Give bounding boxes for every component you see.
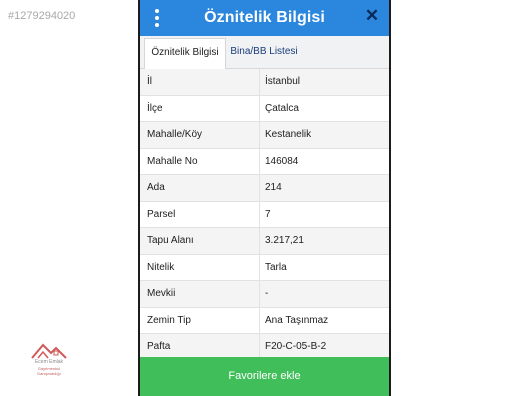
watermark-logo: Ecem Emlak Gayrimenkul Danışmanlığı	[26, 340, 72, 376]
attribute-label: Tapu Alanı	[147, 235, 194, 246]
watermark-name: Ecem Emlak	[34, 359, 64, 365]
table-row: Zemin Tip Ana Taşınmaz	[140, 307, 389, 334]
attribute-value: Ana Taşınmaz	[265, 314, 329, 326]
house-logo-icon	[31, 343, 67, 359]
phone-frame-right	[389, 0, 391, 396]
attribute-label: Ada	[147, 182, 165, 193]
close-icon[interactable]: ✕	[361, 5, 383, 27]
table-row: Ada 214	[140, 175, 389, 202]
table-row: Mahalle/Köy Kestanelik	[140, 122, 389, 149]
attribute-label: Pafta	[147, 341, 171, 352]
more-vertical-icon[interactable]	[154, 9, 160, 27]
attribute-value: Çatalca	[265, 102, 299, 114]
tab-bar: Öznitelik Bilgisi Bina/BB Listesi	[140, 36, 389, 69]
dialog-title: Öznitelik Bilgisi	[204, 9, 325, 26]
attribute-label: Mahalle/Köy	[147, 129, 203, 140]
watermark-tagline: Gayrimenkul Danışmanlığı	[37, 366, 61, 376]
listing-id: #1279294020	[8, 10, 76, 22]
attribute-value: Tarla	[265, 261, 287, 273]
attribute-value: İstanbul	[265, 76, 301, 87]
table-row: Mevkii -	[140, 281, 389, 308]
table-row: İl İstanbul	[140, 69, 389, 96]
table-row: Mahalle No 146084	[140, 148, 389, 175]
attribute-value: 7	[265, 208, 271, 220]
table-row: Tapu Alanı 3.217,21	[140, 228, 389, 255]
table-row: Nitelik Tarla	[140, 254, 389, 281]
attribute-value: Kestanelik	[265, 129, 312, 140]
table-row: Parsel 7	[140, 201, 389, 228]
add-to-favorites-button[interactable]: Favorilere ekle	[140, 357, 389, 396]
tab-building-list[interactable]: Bina/BB Listesi	[228, 36, 300, 67]
tab-attribute-info[interactable]: Öznitelik Bilgisi	[144, 38, 226, 69]
attribute-label: Mevkii	[147, 288, 176, 299]
attribute-label: Nitelik	[147, 261, 175, 273]
attribute-dialog: Öznitelik Bilgisi ✕ Öznitelik Bilgisi Bi…	[140, 0, 389, 396]
attribute-value: 214	[265, 182, 282, 193]
attribute-label: Parsel	[147, 208, 176, 220]
attribute-value: 3.217,21	[265, 235, 304, 246]
attribute-table: İl İstanbul İlçe Çatalca Mahalle/Köy Kestan…	[140, 69, 389, 361]
attribute-label: Mahalle No	[147, 155, 198, 167]
attribute-label: İlçe	[147, 102, 163, 114]
attribute-value: F20-C-05-B-2	[265, 341, 327, 352]
attribute-label: Zemin Tip	[147, 314, 191, 326]
table-row: İlçe Çatalca	[140, 95, 389, 122]
attribute-value: 146084	[265, 155, 299, 167]
attribute-label: İl	[147, 76, 152, 87]
dialog-header: Öznitelik Bilgisi ✕	[140, 0, 389, 36]
attribute-value: -	[265, 288, 269, 299]
